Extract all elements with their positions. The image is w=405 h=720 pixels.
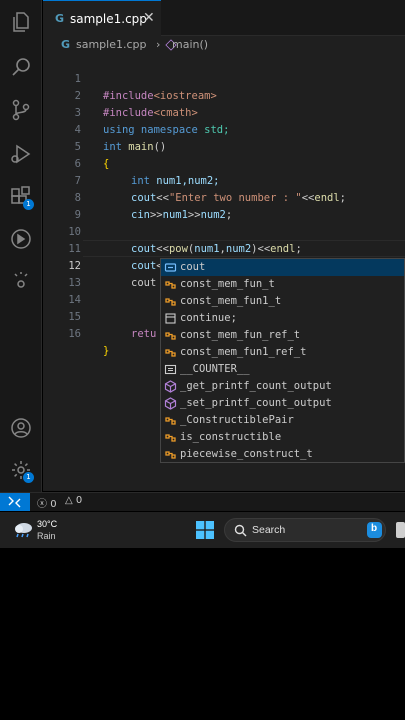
class-icon — [164, 431, 177, 444]
explorer-icon[interactable] — [9, 10, 33, 34]
breadcrumb-symbol[interactable]: main() — [172, 38, 208, 51]
error-icon: ⓧ — [37, 499, 47, 510]
suggestion-item[interactable]: _set_printf_count_output — [161, 395, 404, 412]
suggestion-label: _set_printf_count_output — [180, 397, 332, 409]
suggestion-label: is_constructible — [180, 431, 282, 443]
suggestion-label: continue; — [180, 312, 237, 324]
variable-icon — [164, 261, 177, 274]
suggestion-label: const_mem_fun_t — [180, 278, 275, 290]
github-icon[interactable] — [9, 227, 33, 251]
extensions-icon[interactable]: 1 — [9, 185, 34, 210]
method-icon — [164, 380, 177, 393]
snippet-icon — [164, 312, 177, 325]
suggestion-item[interactable]: piecewise_construct_t — [161, 446, 404, 463]
class-icon — [164, 329, 177, 342]
class-icon — [164, 295, 177, 308]
code-line-active: 12 cout — [43, 241, 405, 289]
method-icon — [164, 397, 177, 410]
search-icon — [234, 524, 247, 537]
cpp-file-icon: G — [61, 38, 71, 51]
code-line: 4 int main() — [43, 105, 405, 153]
suggestion-item[interactable]: const_mem_fun1_ref_t — [161, 344, 404, 361]
suggestion-item[interactable]: __COUNTER__ — [161, 361, 404, 378]
run-debug-icon[interactable] — [9, 142, 33, 166]
suggestion-label: _get_printf_count_output — [180, 380, 332, 392]
suggestion-item[interactable]: const_mem_fun1_t — [161, 293, 404, 310]
remote-icon — [8, 496, 21, 508]
suggestion-label: cout — [180, 261, 206, 273]
warning-count: 0 — [75, 495, 83, 506]
line-number: 16 — [68, 328, 81, 340]
account-icon[interactable] — [9, 416, 33, 440]
taskbar-search[interactable]: Search b — [224, 518, 386, 542]
suggestion-item[interactable]: is_constructible — [161, 429, 404, 446]
code-line: 5 { — [43, 122, 405, 170]
class-icon — [164, 448, 177, 461]
close-icon[interactable]: ✕ — [143, 10, 155, 26]
problems-errors[interactable]: ⓧ 0 — [37, 495, 57, 510]
source-control-icon[interactable] — [9, 98, 33, 122]
tab-bar: G sample1.cpp ✕ — [43, 0, 405, 36]
bing-letter: b — [371, 523, 378, 534]
code-line: 2 #include<cmath> — [43, 71, 405, 119]
problems-warnings[interactable]: △ 0 — [65, 495, 82, 506]
status-bar: ⓧ 0 △ 0 — [0, 492, 405, 511]
suggestion-item[interactable]: continue; — [161, 310, 404, 327]
breadcrumb-file[interactable]: sample1.cpp — [76, 38, 147, 51]
suggestion-label: piecewise_construct_t — [180, 448, 313, 460]
constant-icon — [164, 363, 177, 376]
code-line: 3 using namespace std; — [43, 88, 405, 136]
manage-gear-icon[interactable]: 1 — [9, 458, 34, 483]
suggestion-label: _ConstructiblePair — [180, 414, 294, 426]
class-icon — [164, 346, 177, 359]
search-icon[interactable] — [9, 55, 33, 79]
suggestion-item[interactable]: _get_printf_count_output — [161, 378, 404, 395]
code-token: retu — [131, 328, 157, 340]
code-line: 8 cin>>num1>>num2; — [43, 173, 405, 221]
warning-icon: △ — [65, 495, 73, 506]
code-token: } — [103, 345, 110, 357]
code-line: 10 cout<<pow(num1,num2)<<endl; — [43, 207, 405, 255]
letterbox-area — [0, 548, 405, 720]
settings-badge: 1 — [23, 472, 34, 483]
code-line: 6 int num1,num2; — [43, 139, 405, 187]
remote-button[interactable] — [0, 493, 30, 511]
taskbar-app-icon[interactable] — [396, 522, 405, 538]
cpp-file-icon: G — [55, 12, 65, 25]
tab-sample1-cpp[interactable]: G sample1.cpp ✕ — [43, 0, 161, 36]
testing-icon[interactable] — [9, 268, 33, 292]
class-icon — [164, 278, 177, 291]
autocomplete-suggestions[interactable]: cout const_mem_fun_t const_mem_fun1_tconti… — [160, 258, 405, 463]
breadcrumb-separator: › — [156, 38, 161, 51]
suggestion-item[interactable]: _ConstructiblePair — [161, 412, 404, 429]
weather-condition: Rain — [37, 531, 56, 541]
code-line: 9 — [43, 190, 405, 221]
suggestion-item[interactable]: const_mem_fun_ref_t — [161, 327, 404, 344]
windows-taskbar: 30°C Rain Search b — [0, 512, 405, 548]
search-label: Search — [252, 524, 286, 536]
error-count: 0 — [50, 499, 57, 510]
class-icon — [164, 414, 177, 427]
code-line: 7 cout<<"Enter two number : "<<endl; — [43, 156, 405, 204]
suggestion-item[interactable]: const_mem_fun_t — [161, 276, 404, 293]
code-line: 1 #include<iostream> — [43, 54, 405, 102]
bing-icon[interactable]: b — [367, 522, 382, 538]
activity-bar: 1 1 — [0, 0, 42, 492]
weather-temperature: 30°C — [37, 519, 58, 529]
suggestion-label: const_mem_fun1_t — [180, 295, 282, 307]
breadcrumb: G sample1.cpp › main() — [43, 36, 405, 54]
suggestion-label: const_mem_fun_ref_t — [180, 329, 301, 341]
suggestion-item[interactable]: cout — [161, 259, 404, 276]
windows-start-icon[interactable] — [196, 521, 214, 539]
code-line: 11 cout<<sqrt(num1)<<endl; — [43, 224, 405, 272]
tab-label: sample1.cpp — [70, 12, 147, 26]
rain-cloud-icon[interactable] — [11, 520, 35, 540]
suggestion-label: const_mem_fun1_ref_t — [180, 346, 307, 358]
extensions-badge: 1 — [23, 199, 34, 210]
suggestion-label: __COUNTER__ — [180, 363, 250, 375]
